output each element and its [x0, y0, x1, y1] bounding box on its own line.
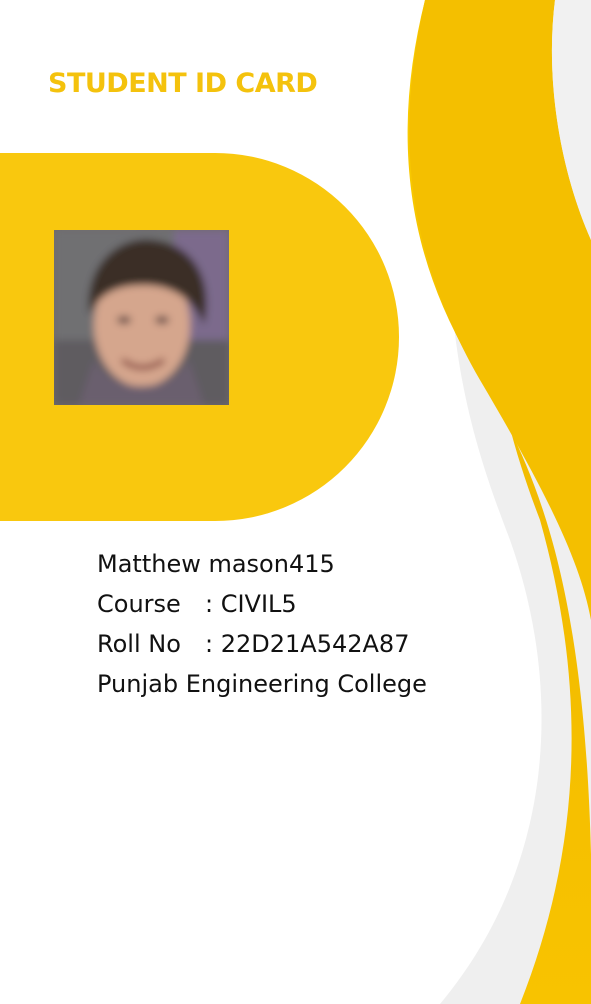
course-value: : CIVIL5	[205, 590, 297, 618]
id-card: STUDENT ID CARD Matthew mason415 Course:…	[0, 0, 591, 1004]
course-label: Course	[97, 590, 181, 618]
student-name: Matthew mason415	[97, 550, 335, 578]
roll-label: Roll No	[97, 630, 181, 658]
card-title: STUDENT ID CARD	[48, 68, 318, 99]
roll-value: : 22D21A542A87	[205, 630, 410, 658]
student-photo	[54, 230, 229, 405]
roll-row: Roll No : 22D21A542A87	[97, 624, 477, 664]
student-details: Matthew mason415 Course : CIVIL5 Roll No:…	[97, 544, 477, 704]
college-name: Punjab Engineering College	[97, 670, 427, 698]
portrait-icon	[54, 230, 229, 405]
course-row: Course : CIVIL5	[97, 584, 477, 624]
